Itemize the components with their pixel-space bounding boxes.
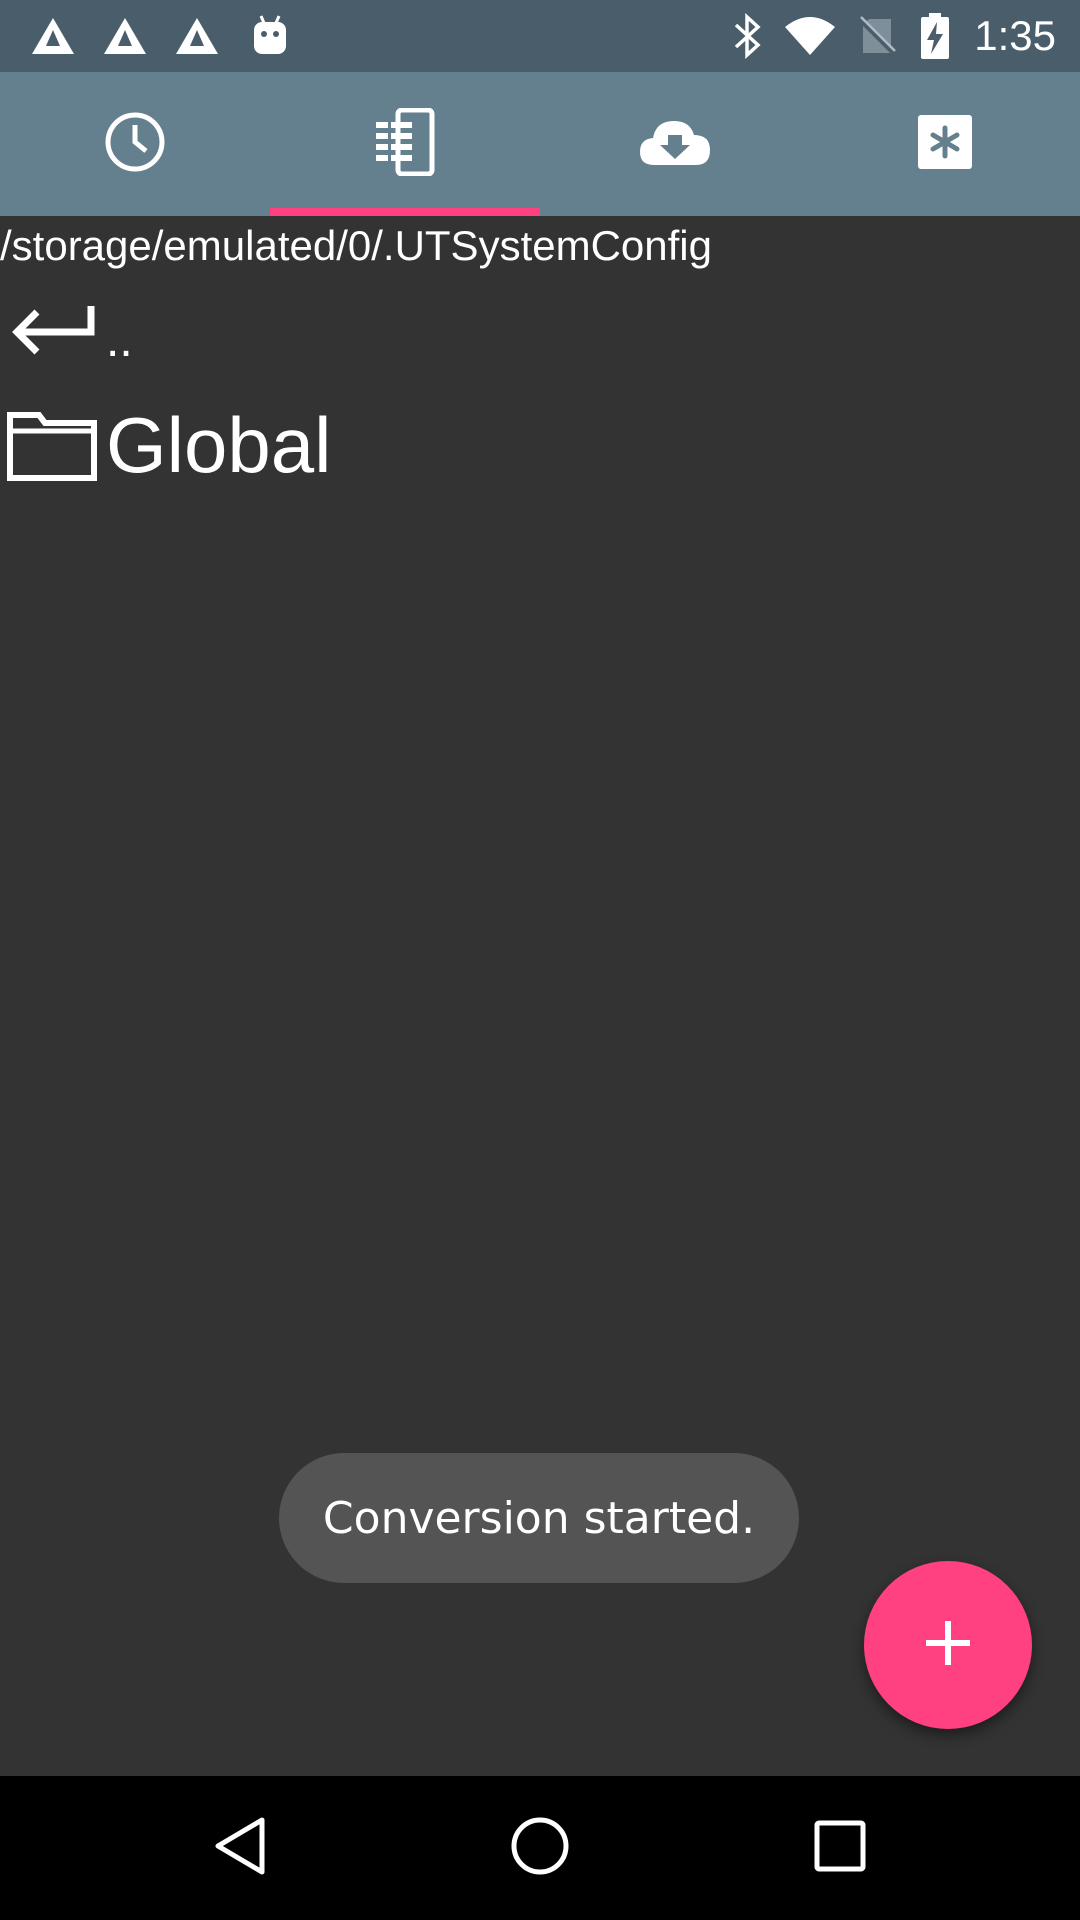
plus-icon (924, 1619, 972, 1672)
clock-time: 1:35 (974, 12, 1056, 59)
back-arrow-icon (0, 304, 104, 356)
back-icon (212, 1816, 268, 1881)
cloud-download-icon (638, 117, 712, 172)
back-button[interactable] (140, 1776, 340, 1920)
list-item-parent-directory[interactable]: .. (0, 290, 133, 370)
battery-charging-icon (918, 0, 952, 72)
bluetooth-icon (728, 0, 768, 72)
phone-files-icon (374, 107, 436, 181)
tab-indicator (270, 208, 540, 216)
toast-text: Conversion started. (322, 1492, 756, 1544)
toast-message: Conversion started. (279, 1453, 799, 1583)
recents-icon (814, 1820, 866, 1877)
asterisk-box-icon (917, 114, 973, 175)
tab-cloud-download[interactable] (540, 72, 810, 216)
clock-icon (104, 111, 166, 178)
home-button[interactable] (440, 1776, 640, 1920)
tab-bar (0, 72, 1080, 216)
current-path: /storage/emulated/0/.UTSystemConfig (0, 222, 712, 269)
warning-triangle-icon (28, 0, 78, 72)
no-sim-icon (854, 0, 900, 72)
screen: 1:35 /storage/emulated/0/.UTSystemConfig (0, 0, 1080, 1920)
warning-triangle-icon (100, 0, 150, 72)
status-bar: 1:35 (0, 0, 1080, 72)
android-icon (248, 0, 292, 72)
add-button[interactable] (864, 1561, 1032, 1729)
tab-history[interactable] (0, 72, 270, 216)
wifi-icon (782, 0, 838, 72)
folder-icon (0, 409, 104, 481)
recents-button[interactable] (740, 1776, 940, 1920)
tab-settings[interactable] (810, 72, 1080, 216)
tab-local-files[interactable] (270, 72, 540, 216)
home-icon (510, 1816, 570, 1881)
list-item-folder[interactable]: Global (0, 390, 331, 500)
navigation-bar (0, 1776, 1080, 1920)
list-item-label: .. (106, 314, 133, 367)
warning-triangle-icon (172, 0, 222, 72)
list-item-label: Global (106, 401, 332, 489)
